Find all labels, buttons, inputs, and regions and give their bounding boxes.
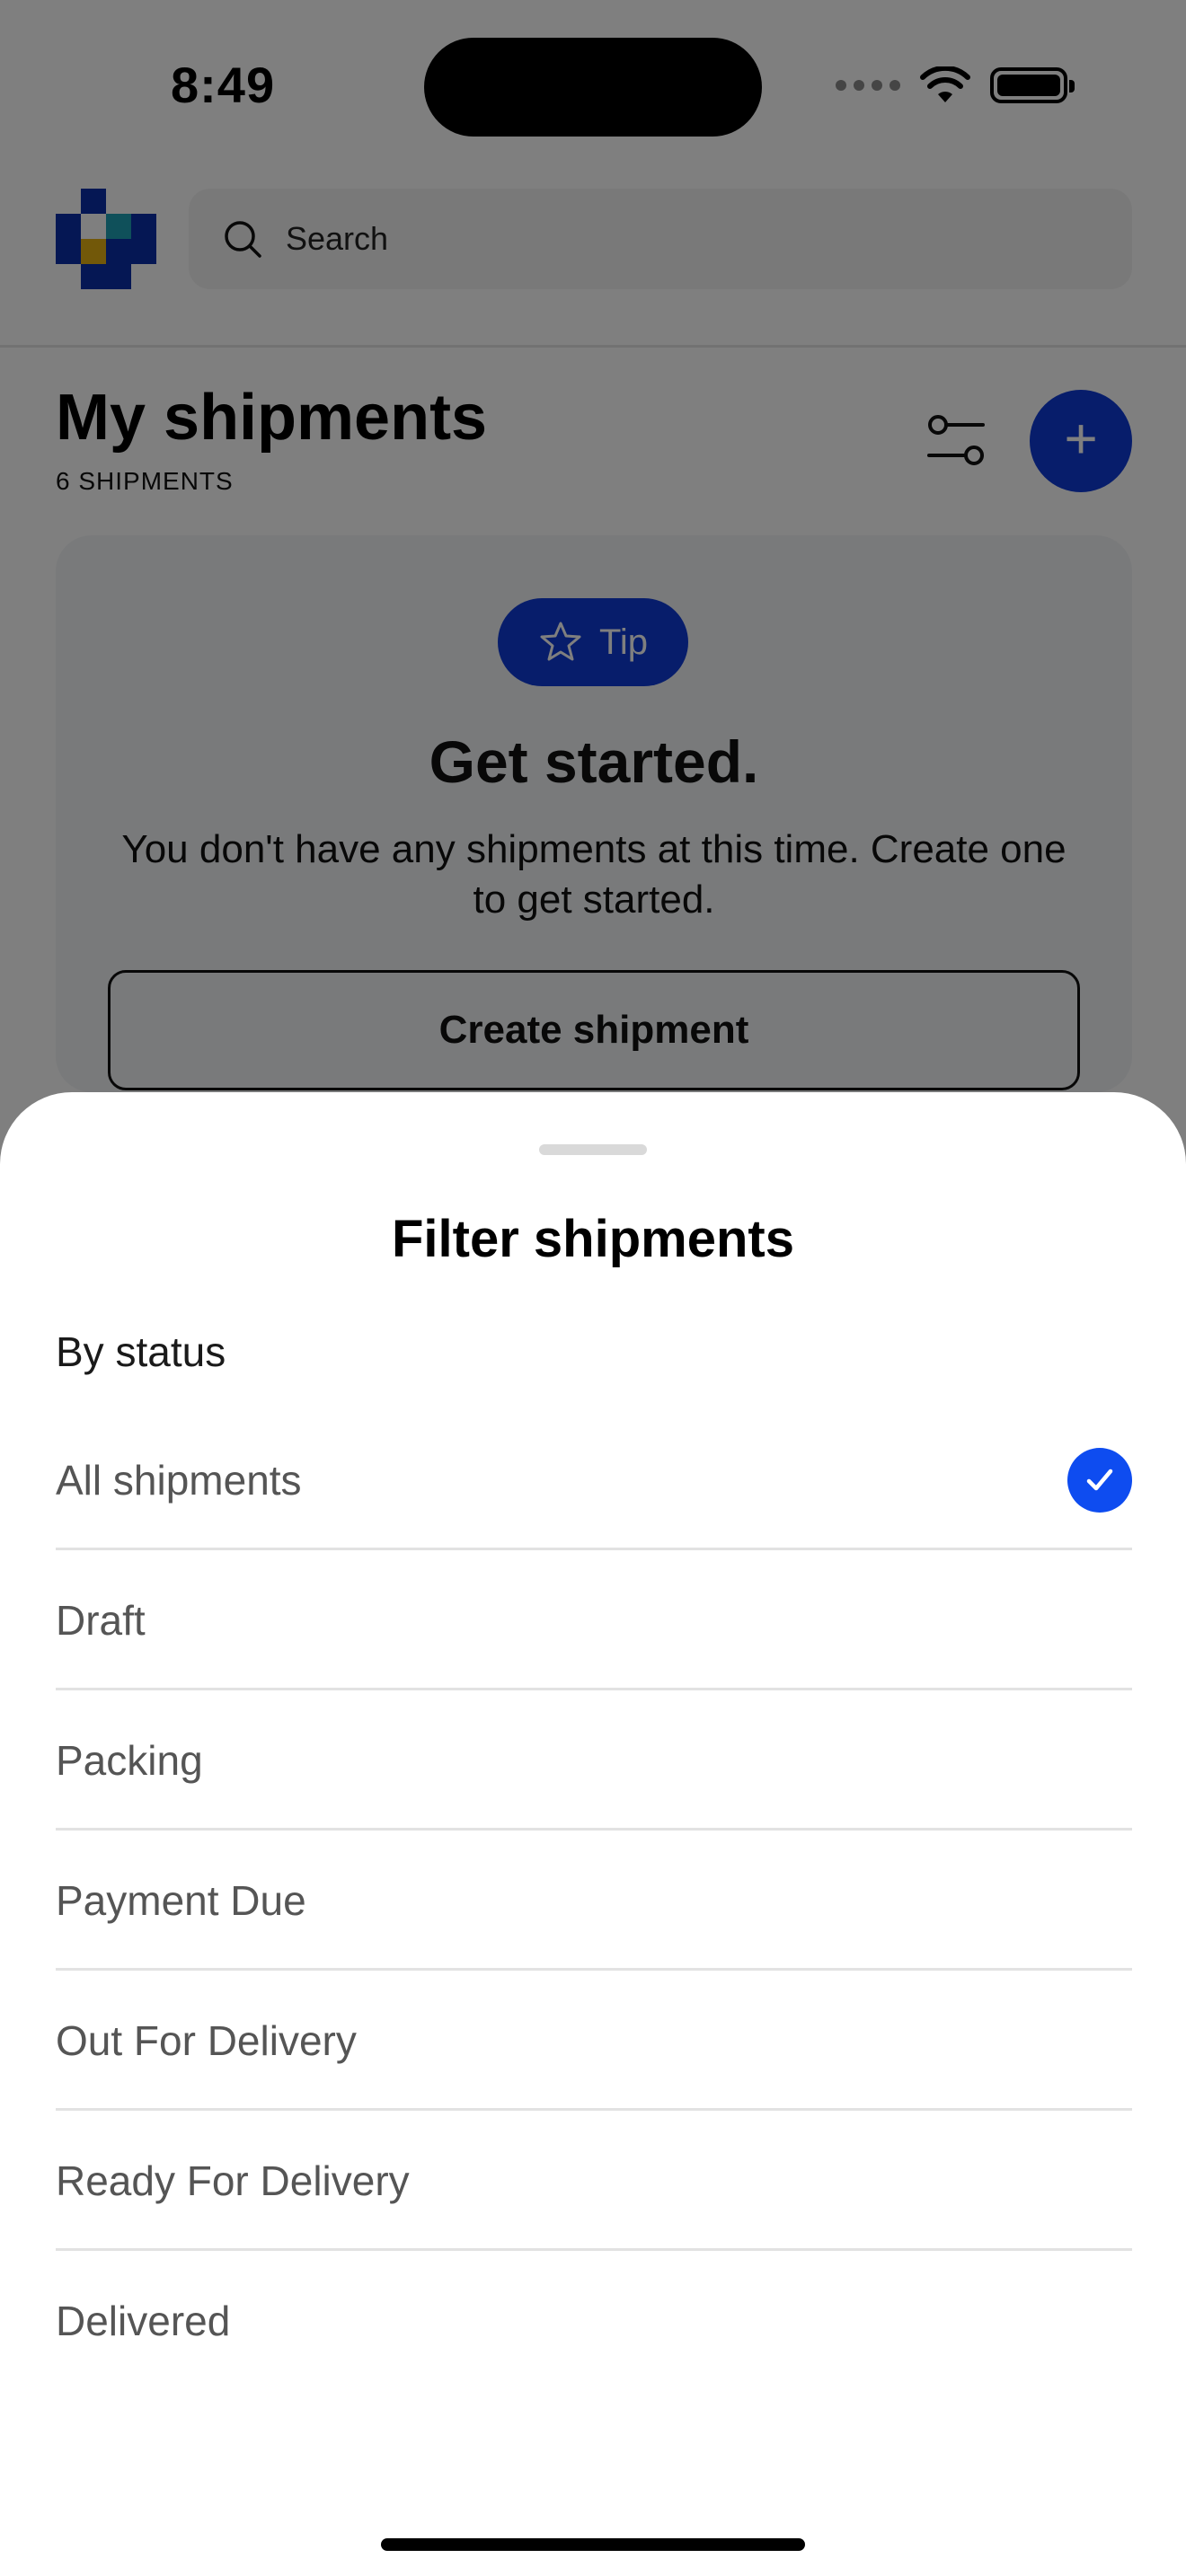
option-label: Out For Delivery bbox=[56, 2017, 357, 2064]
option-label: Payment Due bbox=[56, 1877, 306, 1924]
filter-sheet: Filter shipments By status All shipments… bbox=[0, 1092, 1186, 2576]
checkmark-icon bbox=[1067, 1448, 1132, 1513]
option-label: Ready For Delivery bbox=[56, 2157, 410, 2204]
filter-option-ready-for-delivery[interactable]: Ready For Delivery bbox=[56, 2111, 1132, 2251]
sheet-title: Filter shipments bbox=[392, 1210, 794, 1268]
option-label: Draft bbox=[56, 1597, 146, 1644]
option-label: All shipments bbox=[56, 1457, 302, 1504]
filter-option-draft[interactable]: Draft bbox=[56, 1550, 1132, 1690]
filter-option-out-for-delivery[interactable]: Out For Delivery bbox=[56, 1971, 1132, 2111]
option-label: Delivered bbox=[56, 2298, 231, 2344]
option-label: Packing bbox=[56, 1737, 203, 1784]
filter-option-all-shipments[interactable]: All shipments bbox=[56, 1410, 1132, 1550]
sheet-grabber[interactable] bbox=[539, 1144, 647, 1155]
filter-option-payment-due[interactable]: Payment Due bbox=[56, 1831, 1132, 1971]
section-label: By status bbox=[56, 1328, 226, 1375]
home-indicator[interactable] bbox=[381, 2538, 805, 2551]
filter-option-packing[interactable]: Packing bbox=[56, 1690, 1132, 1831]
filter-option-delivered[interactable]: Delivered bbox=[56, 2251, 1132, 2391]
